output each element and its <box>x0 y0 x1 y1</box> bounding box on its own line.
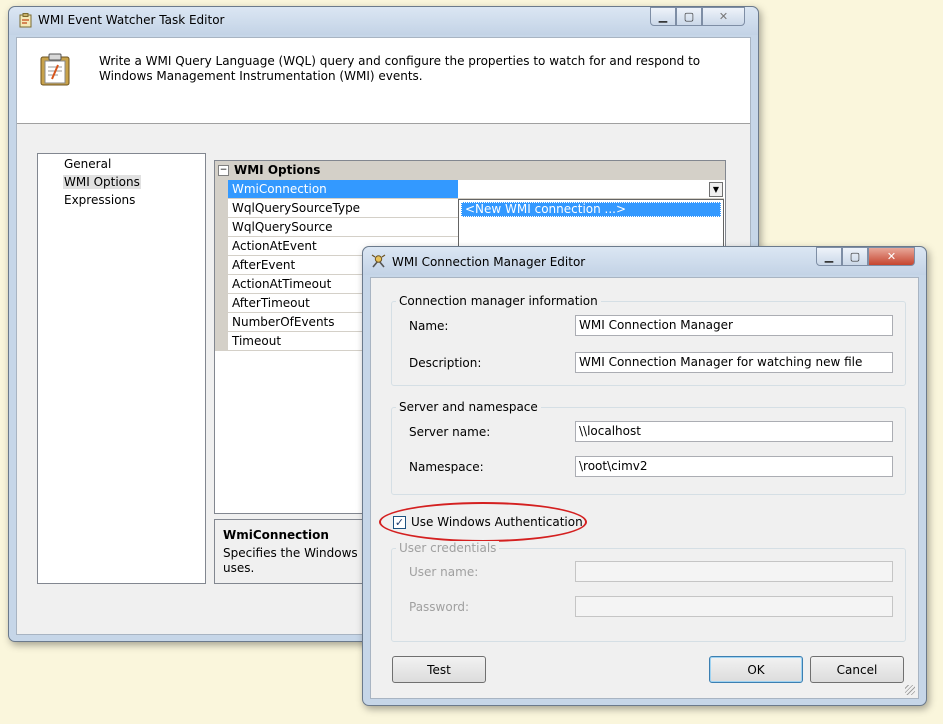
description-input[interactable]: WMI Connection Manager for watching new … <box>575 352 893 373</box>
property-name: Timeout <box>232 334 282 348</box>
resize-grip-icon[interactable] <box>905 685 915 695</box>
minimize-icon: ▁ <box>824 250 834 263</box>
connection-manager-icon <box>371 254 386 268</box>
description-label: Description: <box>409 356 482 370</box>
minimize-button[interactable]: ▁ <box>816 247 842 266</box>
property-row[interactable]: WqlQuerySourceType <box>228 199 470 218</box>
server-name-label: Server name: <box>409 425 491 439</box>
password-input <box>575 596 893 617</box>
name-label: Name: <box>409 319 449 333</box>
header-description: Write a WMI Query Language (WQL) query a… <box>99 54 701 83</box>
property-row[interactable]: WqlQuerySource <box>228 218 470 237</box>
clipboard-icon <box>40 53 70 86</box>
username-input <box>575 561 893 582</box>
property-name: NumberOfEvents <box>232 315 335 329</box>
dialog-title: WMI Connection Manager Editor <box>392 255 586 269</box>
header-band: Write a WMI Query Language (WQL) query a… <box>17 38 750 124</box>
description-title: WmiConnection <box>223 528 329 542</box>
maximize-icon: ▢ <box>849 250 861 263</box>
close-icon: ✕ <box>718 10 729 23</box>
minimize-icon: ▁ <box>658 10 668 23</box>
property-name: ActionAtEvent <box>232 239 317 253</box>
cancel-button[interactable]: Cancel <box>810 656 904 683</box>
minimize-button[interactable]: ▁ <box>650 7 676 26</box>
property-name: WqlQuerySourceType <box>232 201 361 215</box>
namespace-label: Namespace: <box>409 460 484 474</box>
maximize-button[interactable]: ▢ <box>842 247 868 266</box>
maximize-icon: ▢ <box>683 10 695 23</box>
dropdown-button[interactable]: ▼ <box>709 182 723 197</box>
password-label: Password: <box>409 600 470 614</box>
task-editor-icon <box>19 13 32 28</box>
close-button[interactable]: ✕ <box>702 7 745 26</box>
group-connection-info <box>391 301 906 386</box>
close-button[interactable]: ✕ <box>868 247 915 266</box>
nav-list: General WMI Options Expressions <box>37 153 206 584</box>
dialog-client-area: Connection manager information Name: WMI… <box>370 277 919 699</box>
wmi-connection-value[interactable] <box>458 180 724 199</box>
main-titlebar[interactable]: WMI Event Watcher Task Editor ▁ ▢ ✕ <box>9 7 758 35</box>
name-input[interactable]: WMI Connection Manager <box>575 315 893 336</box>
property-name: WmiConnection <box>232 182 327 196</box>
namespace-input[interactable]: \root\cimv2 <box>575 456 893 477</box>
main-window-title: WMI Event Watcher Task Editor <box>38 13 225 27</box>
group-title: Connection manager information <box>396 294 601 308</box>
grid-category-label: WMI Options <box>234 163 321 177</box>
grid-category-header[interactable]: − WMI Options <box>215 161 725 180</box>
ok-button[interactable]: OK <box>709 656 803 683</box>
collapse-icon[interactable]: − <box>218 165 229 176</box>
dropdown-option-new-connection[interactable]: <New WMI connection ...> <box>461 202 721 217</box>
highlight-ellipse <box>379 502 587 542</box>
dialog-titlebar[interactable]: WMI Connection Manager Editor ▁ ▢ ✕ <box>363 247 926 275</box>
nav-item-general[interactable]: General <box>63 157 112 171</box>
property-name: ActionAtTimeout <box>232 277 332 291</box>
maximize-button[interactable]: ▢ <box>676 7 702 26</box>
property-name: WqlQuerySource <box>232 220 333 234</box>
chevron-down-icon: ▼ <box>712 185 720 194</box>
group-title: Server and namespace <box>396 400 541 414</box>
wmi-connection-manager-dialog: WMI Connection Manager Editor ▁ ▢ ✕ Conn… <box>362 246 927 706</box>
server-name-input[interactable]: \\localhost <box>575 421 893 442</box>
nav-item-expressions[interactable]: Expressions <box>63 193 136 207</box>
close-icon: ✕ <box>886 250 897 263</box>
username-label: User name: <box>409 565 479 579</box>
property-name: AfterTimeout <box>232 296 310 310</box>
property-name: AfterEvent <box>232 258 296 272</box>
test-button[interactable]: Test <box>392 656 486 683</box>
group-title: User credentials <box>396 541 500 555</box>
grid-margin <box>215 180 228 351</box>
property-row[interactable]: WmiConnection <box>228 180 470 199</box>
nav-item-wmi-options[interactable]: WMI Options <box>63 175 141 189</box>
